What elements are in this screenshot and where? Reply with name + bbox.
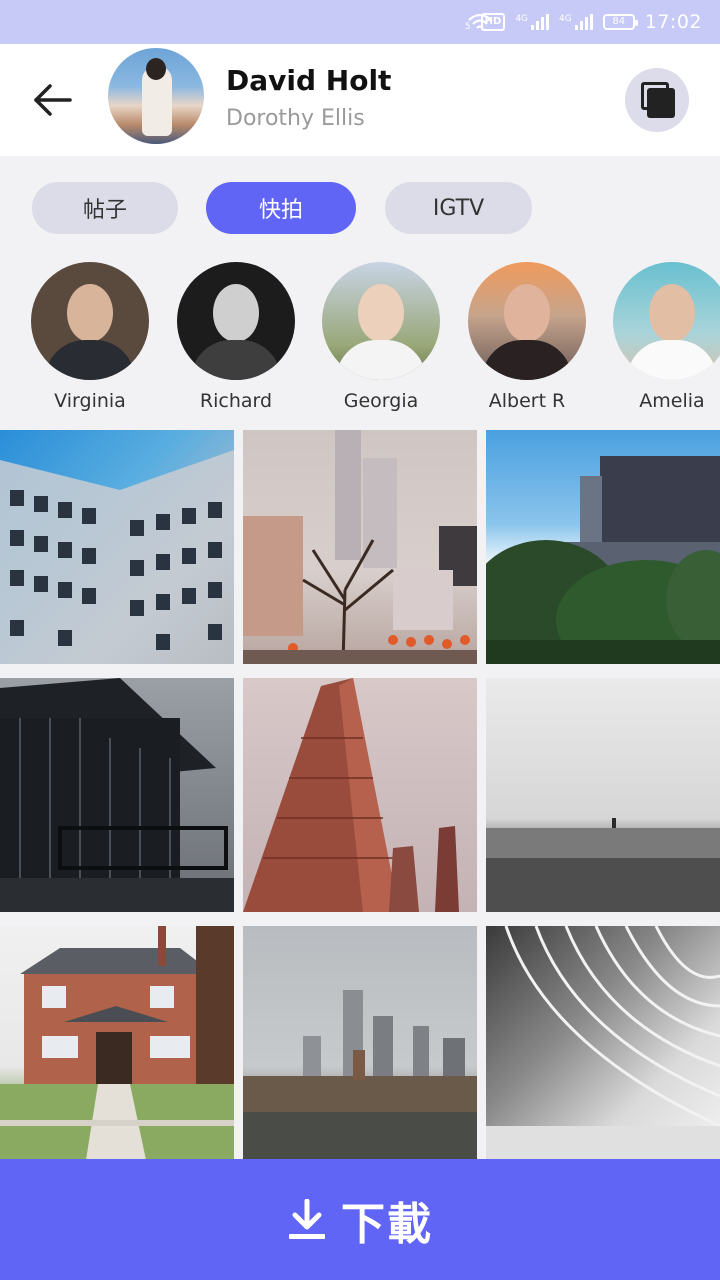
story-item[interactable]: Georgia [306, 262, 456, 412]
story-name: Albert R [488, 390, 566, 412]
profile-header: David Holt Dorothy Ellis [0, 44, 720, 156]
signal-icon: 4G [559, 14, 593, 30]
photo-tile[interactable] [243, 678, 477, 912]
download-label: 下載 [341, 1198, 433, 1250]
photo-tile[interactable] [0, 926, 234, 1160]
story-name: Richard [199, 390, 273, 412]
story-avatar [468, 262, 586, 380]
clock: 17:02 [644, 11, 702, 33]
story-avatar [31, 262, 149, 380]
network-label: 4G [559, 14, 572, 24]
signal-icon: 4G [515, 14, 550, 30]
wifi-icon: 5 [464, 12, 492, 32]
hd-icon: HD [480, 13, 506, 31]
download-button[interactable]: 下載 [0, 1159, 720, 1280]
story-item[interactable]: Albert R [452, 262, 602, 412]
battery-icon: 84 [602, 14, 638, 30]
story-name: Amelia [639, 390, 705, 412]
photo-tile[interactable] [0, 678, 234, 912]
wifi-label: 5 [464, 22, 471, 32]
photo-tile[interactable] [486, 430, 720, 664]
photo-tile[interactable] [243, 926, 477, 1160]
avatar[interactable] [108, 48, 204, 144]
photo-tile[interactable] [486, 926, 720, 1160]
tab-stories[interactable]: 快拍 [206, 182, 356, 234]
story-item[interactable]: Richard [161, 262, 311, 412]
story-avatar [177, 262, 295, 380]
story-item[interactable]: Virginia [15, 262, 165, 412]
story-avatar [613, 262, 720, 380]
back-button[interactable] [30, 80, 74, 120]
network-label: 4G [515, 14, 529, 24]
story-item[interactable]: Amelia [597, 262, 720, 412]
photo-tile[interactable] [243, 430, 477, 664]
tab-posts[interactable]: 帖子 [32, 182, 178, 234]
profile-subname: Dorothy Ellis [226, 106, 365, 131]
stories-row: Virginia Richard Georgia Albert R Amelia [0, 262, 720, 422]
story-name: Virginia [54, 390, 126, 412]
arrow-left-icon [34, 84, 72, 116]
photo-tile[interactable] [486, 678, 720, 912]
download-icon [289, 1198, 325, 1239]
tab-igtv[interactable]: IGTV [385, 182, 532, 234]
story-avatar [322, 262, 440, 380]
photo-tile[interactable] [0, 430, 234, 664]
story-name: Georgia [343, 390, 419, 412]
content-tabs: 帖子 快拍 IGTV [0, 182, 720, 234]
status-bar: 5 HD 4G 4G 84 17:02 [0, 0, 720, 44]
profile-name: David Holt [226, 64, 392, 97]
copy-button[interactable] [625, 68, 689, 132]
